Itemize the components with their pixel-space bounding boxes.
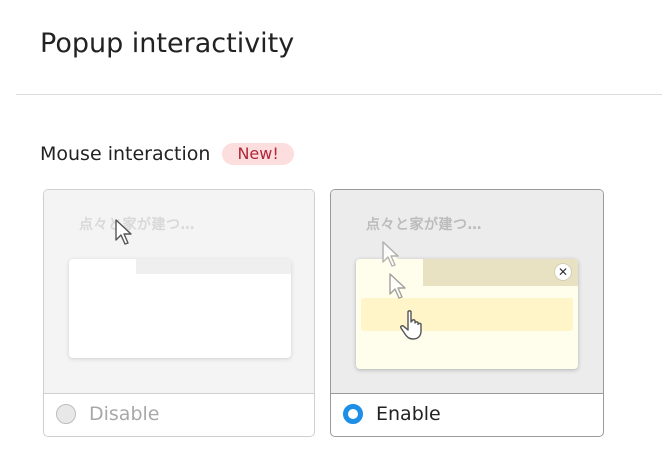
preview-popup <box>69 259 291 358</box>
preview-disable: 点々と家が建つ… <box>44 190 314 394</box>
title-divider <box>16 94 662 95</box>
option-disable[interactable]: 点々と家が建つ… Disable <box>43 189 315 437</box>
radio-icon[interactable] <box>56 404 76 424</box>
new-badge: New! <box>222 143 294 165</box>
preview-enable: 点々と家が建つ… ✕ <box>331 190 603 394</box>
mouse-interaction-header: Mouse interaction New! <box>40 141 294 167</box>
option-label-disable: Disable <box>89 403 160 425</box>
arrow-cursor-icon <box>115 219 132 245</box>
option-footer-disable[interactable]: Disable <box>44 392 314 436</box>
close-icon: ✕ <box>554 263 572 281</box>
option-footer-enable[interactable]: Enable <box>331 392 603 436</box>
page-title: Popup interactivity <box>40 28 295 59</box>
section-label: Mouse interaction <box>40 143 211 165</box>
hand-cursor-icon <box>400 310 422 340</box>
option-enable[interactable]: 点々と家が建つ… ✕ Enable <box>330 189 604 437</box>
arrow-cursor-icon <box>389 273 406 299</box>
popup-tab <box>136 259 291 274</box>
arrow-cursor-icon <box>382 241 399 267</box>
option-label-enable: Enable <box>376 403 441 425</box>
radio-icon[interactable] <box>343 404 363 424</box>
popup-content-bar <box>361 298 573 331</box>
preview-sample-text: 点々と家が建つ… <box>366 217 482 233</box>
